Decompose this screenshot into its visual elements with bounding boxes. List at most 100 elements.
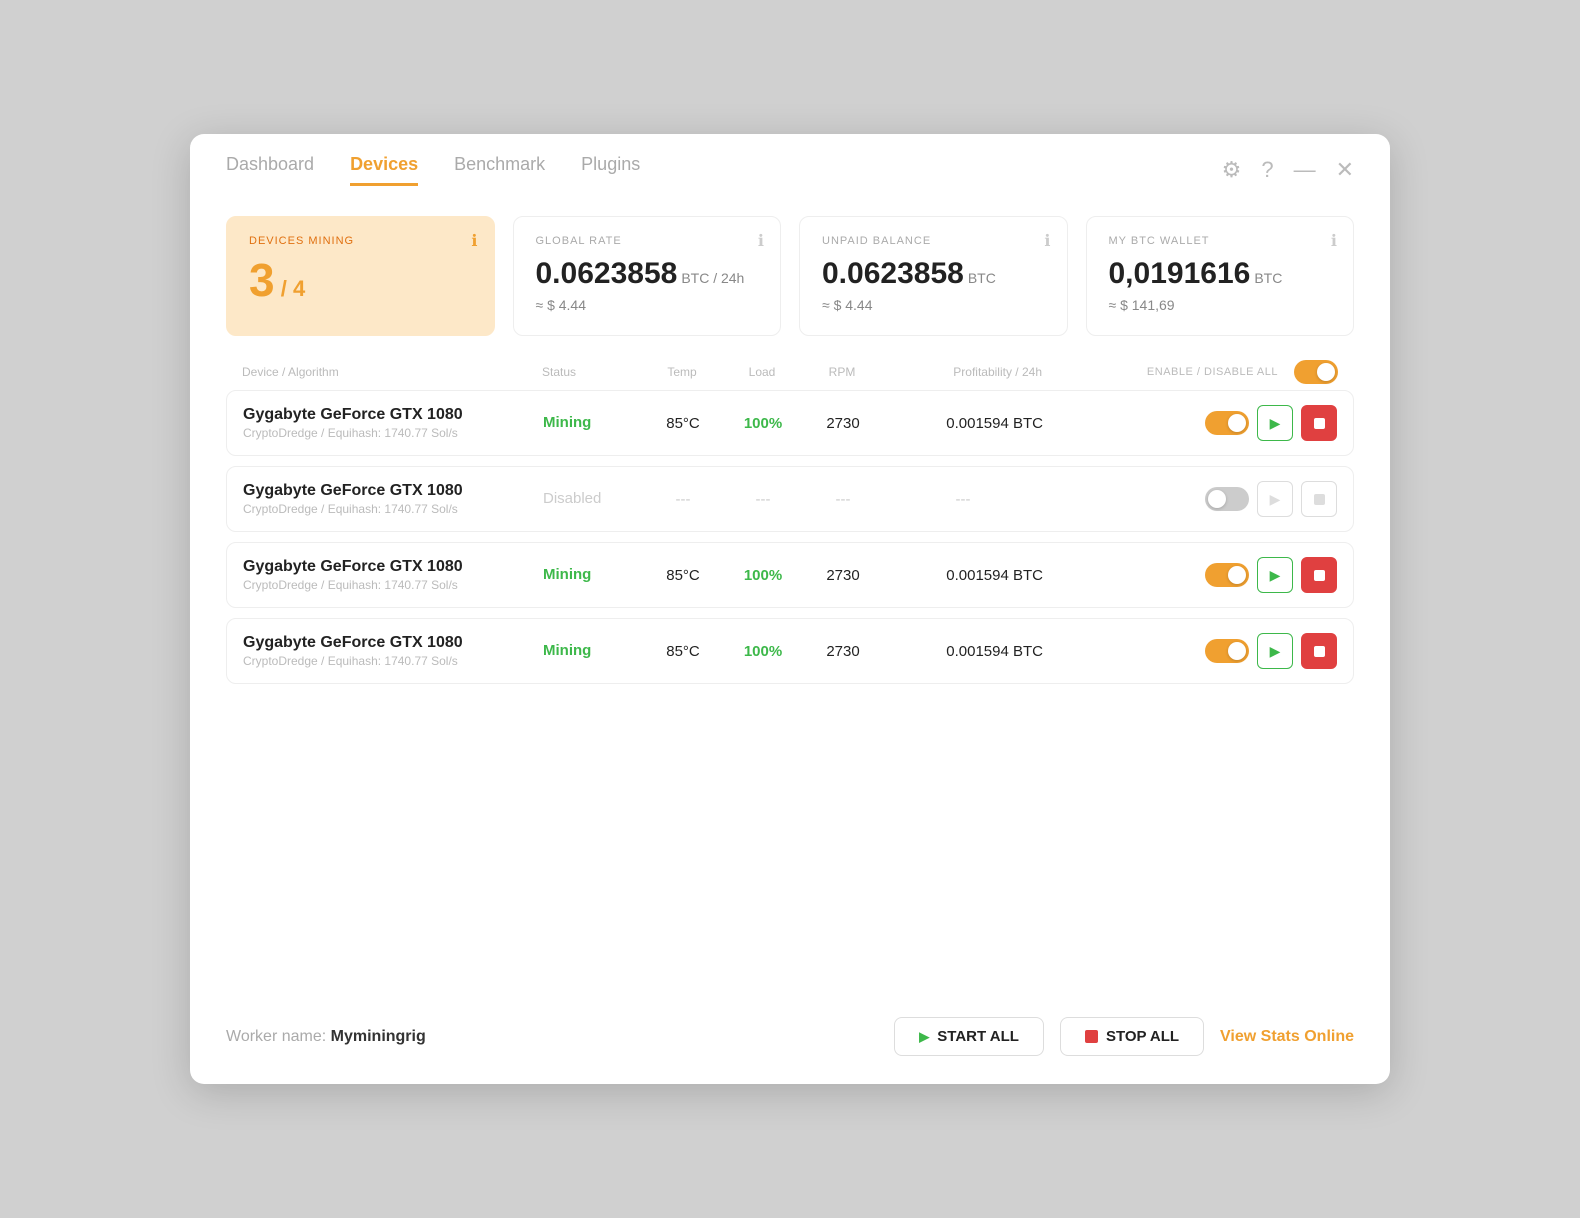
stop-button-4[interactable] (1301, 633, 1337, 669)
device-profit-2: --- (883, 491, 1043, 508)
devices-mining-label: DEVICES MINING (249, 235, 472, 247)
info-icon-wallet: ℹ (1331, 231, 1337, 251)
window-actions: ⚙ ? — ✕ (1222, 157, 1354, 183)
stat-card-btc-wallet: ℹ MY BTC WALLET 0,0191616BTC ≈ $ 141,69 (1086, 216, 1355, 336)
btc-wallet-sub: ≈ $ 141,69 (1109, 297, 1332, 313)
tab-plugins[interactable]: Plugins (581, 154, 640, 186)
stat-card-global-rate: ℹ GLOBAL RATE 0.0623858BTC / 24h ≈ $ 4.4… (513, 216, 782, 336)
app-window: Dashboard Devices Benchmark Plugins ⚙ ? … (190, 134, 1390, 1084)
tab-benchmark[interactable]: Benchmark (454, 154, 545, 186)
device-rpm-1: 2730 (803, 415, 883, 432)
stop-button-1[interactable] (1301, 405, 1337, 441)
unpaid-balance-label: UNPAID BALANCE (822, 235, 1045, 247)
close-icon[interactable]: ✕ (1336, 157, 1354, 183)
device-rpm-3: 2730 (803, 567, 883, 584)
worker-name: Myminingrig (331, 1028, 426, 1045)
minimize-icon[interactable]: — (1294, 157, 1316, 183)
device-table: Device / Algorithm Status Temp Load RPM … (190, 354, 1390, 995)
device-name-1: Gygabyte GeForce GTX 1080 (243, 406, 543, 424)
device-actions-2: ▶ (1043, 481, 1337, 517)
device-actions-1: ▶ (1043, 405, 1337, 441)
btc-wallet-value: 0,0191616BTC (1109, 257, 1332, 291)
device-temp-4: 85°C (643, 643, 723, 660)
table-row: Gygabyte GeForce GTX 1080 CryptoDredge /… (226, 466, 1354, 532)
device-actions-3: ▶ (1043, 557, 1337, 593)
device-profit-1: 0.001594 BTC (883, 415, 1043, 432)
view-stats-link[interactable]: View Stats Online (1220, 1028, 1354, 1046)
device-toggle-3[interactable] (1205, 563, 1249, 587)
stat-card-devices-mining: ℹ DEVICES MINING 3 / 4 (226, 216, 495, 336)
device-load-4: 100% (723, 643, 803, 660)
device-name-3: Gygabyte GeForce GTX 1080 (243, 558, 543, 576)
unpaid-balance-value: 0.0623858BTC (822, 257, 1045, 291)
device-temp-1: 85°C (643, 415, 723, 432)
tab-devices[interactable]: Devices (350, 154, 418, 186)
tab-dashboard[interactable]: Dashboard (226, 154, 314, 186)
stop-all-label: STOP ALL (1106, 1028, 1179, 1045)
info-icon-global-rate: ℹ (758, 231, 764, 251)
device-algo-2: CryptoDredge / Equihash: 1740.77 Sol/s (243, 502, 543, 516)
play-button-1[interactable]: ▶ (1257, 405, 1293, 441)
play-button-2[interactable]: ▶ (1257, 481, 1293, 517)
col-header-device: Device / Algorithm (242, 365, 542, 379)
col-header-temp: Temp (642, 365, 722, 379)
device-name-4: Gygabyte GeForce GTX 1080 (243, 634, 543, 652)
worker-label: Worker name: Myminingrig (226, 1028, 426, 1046)
global-rate-sub: ≈ $ 4.44 (536, 297, 759, 313)
device-rpm-4: 2730 (803, 643, 883, 660)
col-header-status: Status (542, 365, 642, 379)
enable-all-label: ENABLE / DISABLE ALL (1147, 366, 1278, 378)
device-status-3: Mining (543, 566, 643, 584)
enable-all-toggle[interactable] (1294, 360, 1338, 384)
nav-tabs: Dashboard Devices Benchmark Plugins (226, 154, 640, 186)
play-button-4[interactable]: ▶ (1257, 633, 1293, 669)
col-header-actions: ENABLE / DISABLE ALL (1042, 360, 1338, 384)
device-actions-4: ▶ (1043, 633, 1337, 669)
table-header: Device / Algorithm Status Temp Load RPM … (226, 354, 1354, 390)
device-status-1: Mining (543, 414, 643, 432)
device-profit-3: 0.001594 BTC (883, 567, 1043, 584)
table-row: Gygabyte GeForce GTX 1080 CryptoDredge /… (226, 390, 1354, 456)
play-button-3[interactable]: ▶ (1257, 557, 1293, 593)
device-rpm-2: --- (803, 491, 883, 508)
title-bar: Dashboard Devices Benchmark Plugins ⚙ ? … (190, 134, 1390, 186)
device-toggle-1[interactable] (1205, 411, 1249, 435)
device-load-2: --- (723, 491, 803, 508)
start-all-play-icon: ▶ (919, 1029, 929, 1045)
device-toggle-4[interactable] (1205, 639, 1249, 663)
stat-card-unpaid-balance: ℹ UNPAID BALANCE 0.0623858BTC ≈ $ 4.44 (799, 216, 1068, 336)
device-info-1: Gygabyte GeForce GTX 1080 CryptoDredge /… (243, 406, 543, 440)
devices-mining-value: 3 / 4 (249, 257, 472, 303)
btc-wallet-label: MY BTC WALLET (1109, 235, 1332, 247)
device-algo-4: CryptoDredge / Equihash: 1740.77 Sol/s (243, 654, 543, 668)
help-icon[interactable]: ? (1261, 157, 1273, 183)
device-info-4: Gygabyte GeForce GTX 1080 CryptoDredge /… (243, 634, 543, 668)
global-rate-label: GLOBAL RATE (536, 235, 759, 247)
col-header-load: Load (722, 365, 802, 379)
stop-all-stop-icon (1085, 1030, 1098, 1043)
info-icon-devices: ℹ (471, 231, 477, 251)
footer: Worker name: Myminingrig ▶ START ALL STO… (190, 995, 1390, 1084)
col-header-rpm: RPM (802, 365, 882, 379)
device-toggle-2[interactable] (1205, 487, 1249, 511)
device-profit-4: 0.001594 BTC (883, 643, 1043, 660)
devices-mining-active: 3 (249, 254, 275, 306)
settings-icon[interactable]: ⚙ (1222, 157, 1242, 183)
devices-mining-total: / 4 (275, 276, 306, 301)
table-row: Gygabyte GeForce GTX 1080 CryptoDredge /… (226, 542, 1354, 608)
start-all-button[interactable]: ▶ START ALL (894, 1017, 1044, 1056)
global-rate-value: 0.0623858BTC / 24h (536, 257, 759, 291)
device-name-2: Gygabyte GeForce GTX 1080 (243, 482, 543, 500)
stop-button-2[interactable] (1301, 481, 1337, 517)
device-load-3: 100% (723, 567, 803, 584)
start-all-label: START ALL (937, 1028, 1019, 1045)
device-temp-2: --- (643, 491, 723, 508)
device-temp-3: 85°C (643, 567, 723, 584)
device-load-1: 100% (723, 415, 803, 432)
col-header-profit: Profitability / 24h (882, 365, 1042, 379)
device-status-2: Disabled (543, 490, 643, 508)
stop-all-button[interactable]: STOP ALL (1060, 1017, 1204, 1056)
stop-button-3[interactable] (1301, 557, 1337, 593)
stats-row: ℹ DEVICES MINING 3 / 4 ℹ GLOBAL RATE 0.0… (190, 186, 1390, 354)
device-algo-3: CryptoDredge / Equihash: 1740.77 Sol/s (243, 578, 543, 592)
